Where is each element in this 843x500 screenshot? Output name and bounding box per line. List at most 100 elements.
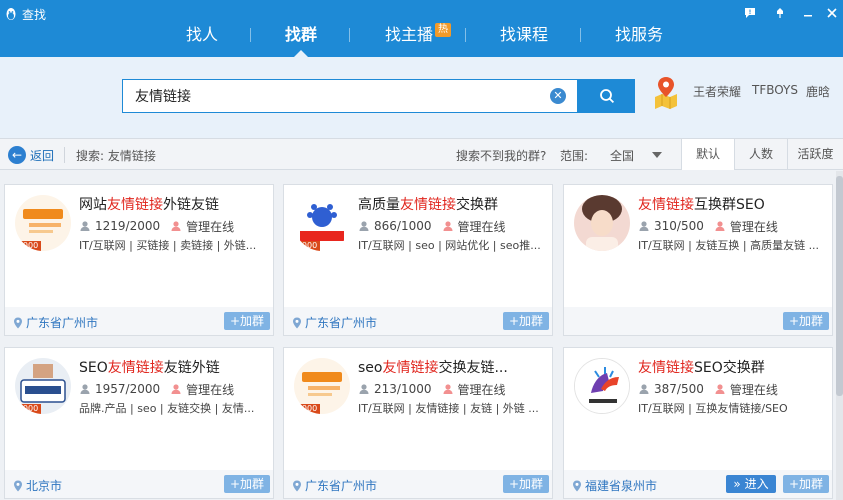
- hot-badge: 热: [435, 23, 451, 37]
- card-footer: 北京市 +加群: [5, 470, 273, 498]
- members-icon: [79, 220, 91, 232]
- group-avatar: [574, 195, 630, 251]
- group-avatar: [574, 358, 630, 414]
- search-icon: [599, 89, 614, 104]
- back-button[interactable]: ← 返回: [8, 145, 54, 165]
- capacity-badge: 1000: [294, 241, 320, 251]
- join-group-button[interactable]: +加群: [783, 475, 829, 493]
- join-group-button[interactable]: +加群: [503, 475, 549, 493]
- group-meta: 387/500 管理在线: [638, 382, 778, 397]
- member-count: 1957/2000: [95, 382, 161, 396]
- nav-divider: [349, 28, 350, 42]
- members-icon: [79, 383, 91, 395]
- member-count: 866/1000: [374, 219, 432, 233]
- sort-activity-tab[interactable]: 活跃度: [787, 139, 843, 170]
- group-card[interactable]: 1000 seo友情链接交换友链... 213/1000 管理在线 IT/互联网…: [283, 347, 553, 499]
- group-card[interactable]: 友情链接SEO交换群 387/500 管理在线 IT/互联网 | 互换友情链接/…: [563, 347, 833, 499]
- highlight-keyword: 友情链接: [107, 360, 164, 376]
- group-location: 广东省广州市: [13, 314, 98, 331]
- map-location-icon[interactable]: [652, 75, 680, 109]
- scope-select[interactable]: 全国: [610, 147, 634, 164]
- back-label: 返回: [30, 148, 55, 163]
- hot-keyword[interactable]: TFBOYS: [752, 83, 798, 97]
- sort-members-tab[interactable]: 人数: [734, 139, 787, 170]
- join-group-button[interactable]: +加群: [224, 312, 270, 330]
- join-group-button[interactable]: +加群: [783, 312, 829, 330]
- group-title: 友情链接SEO交换群: [638, 360, 765, 376]
- search-band: ✕ 王者荣耀 TFBOYS 鹿晗: [0, 57, 843, 138]
- scope-label: 范围:: [560, 149, 589, 163]
- card-footer: 广东省广州市 +加群: [284, 470, 552, 498]
- group-title: seo友情链接交换友链...: [358, 360, 508, 376]
- scrollbar-thumb[interactable]: [836, 176, 843, 396]
- members-icon: [638, 220, 650, 232]
- group-meta: 310/500 管理在线: [638, 219, 778, 234]
- active-tab-caret: [294, 50, 308, 57]
- back-arrow-icon: ←: [8, 146, 26, 164]
- group-card[interactable]: 2000 SEO友情链接友链外链 1957/2000 管理在线 品牌.产品 | …: [4, 347, 274, 499]
- group-tags: IT/互联网 | 互换友情链接/SEO: [638, 402, 788, 415]
- hot-keyword[interactable]: 鹿晗: [806, 83, 830, 100]
- group-tags: IT/互联网 | 买链接 | 卖链接 | 外链...: [79, 239, 257, 252]
- card-footer: 广东省广州市 +加群: [284, 307, 552, 335]
- highlight-keyword: 友情链接: [638, 360, 694, 376]
- group-tags: IT/互联网 | 友情链接 | 友链 | 外链 ...: [358, 402, 539, 415]
- member-count: 1219/2000: [95, 219, 161, 233]
- tab-find-streamers[interactable]: 找主播: [385, 22, 433, 48]
- group-location: 福建省泉州市: [572, 477, 657, 494]
- search-input[interactable]: [122, 79, 578, 113]
- group-avatar: 2000: [15, 358, 71, 414]
- members-icon: [358, 220, 370, 232]
- members-icon: [358, 383, 370, 395]
- group-tags: IT/互联网 | 友链互换 | 高质量友链 ...: [638, 239, 820, 252]
- admin-status: 管理在线: [186, 382, 235, 397]
- tab-find-people[interactable]: 找人: [186, 22, 218, 48]
- not-found-link[interactable]: 搜索不到我的群?: [456, 147, 546, 164]
- nav-divider: [465, 28, 466, 42]
- capacity-badge: 2000: [15, 241, 41, 251]
- card-footer: 广东省广州市 +加群: [5, 307, 273, 335]
- admin-icon: [714, 220, 726, 232]
- location-pin-icon: [13, 480, 23, 492]
- location-pin-icon: [13, 317, 23, 329]
- admin-status: 管理在线: [729, 382, 778, 397]
- group-card[interactable]: 1000 高质量友情链接交换群 866/1000 管理在线 IT/互联网 | s…: [283, 184, 553, 336]
- group-title: SEO友情链接友链外链: [79, 360, 220, 376]
- group-tags: IT/互联网 | seo | 网站优化 | seo推...: [358, 239, 541, 252]
- location-pin-icon: [292, 317, 302, 329]
- group-meta: 866/1000 管理在线: [358, 219, 506, 234]
- admin-status: 管理在线: [457, 382, 506, 397]
- search-button[interactable]: [578, 79, 635, 113]
- highlight-keyword: 友情链接: [638, 197, 694, 213]
- tab-find-courses[interactable]: 找课程: [500, 22, 548, 48]
- top-header: 查找 找人 找群 找主播 热 找课程 找服务: [0, 0, 843, 57]
- group-meta: 1957/2000 管理在线: [79, 382, 235, 397]
- sort-default-tab[interactable]: 默认: [681, 139, 734, 170]
- card-footer: +加群: [564, 307, 832, 335]
- clear-search-icon[interactable]: ✕: [550, 88, 566, 104]
- group-title: 网站友情链接外链友链: [79, 197, 219, 213]
- group-avatar: 2000: [15, 195, 71, 251]
- group-card[interactable]: 2000 网站友情链接外链友链 1219/2000 管理在线 IT/互联网 | …: [4, 184, 274, 336]
- member-count: 213/1000: [374, 382, 432, 396]
- admin-icon: [170, 383, 182, 395]
- member-count: 310/500: [654, 219, 704, 233]
- group-title: 友情链接互换群SEO: [638, 197, 765, 213]
- admin-status: 管理在线: [186, 219, 235, 234]
- tab-find-services[interactable]: 找服务: [615, 22, 663, 48]
- card-footer: 福建省泉州市 » 进入 +加群: [564, 470, 832, 498]
- join-group-button[interactable]: +加群: [224, 475, 270, 493]
- capacity-badge: 2000: [15, 404, 41, 414]
- main-nav: 找人 找群 找主播 热 找课程 找服务: [0, 0, 843, 57]
- highlight-keyword: 友情链接: [400, 197, 456, 213]
- enter-group-button[interactable]: » 进入: [726, 475, 776, 493]
- group-tags: 品牌.产品 | seo | 友链交换 | 友情...: [79, 402, 255, 415]
- group-card[interactable]: 友情链接互换群SEO 310/500 管理在线 IT/互联网 | 友链互换 | …: [563, 184, 833, 336]
- group-avatar: 1000: [294, 358, 350, 414]
- chevron-down-icon[interactable]: [652, 152, 662, 158]
- group-location: 广东省广州市: [292, 314, 377, 331]
- join-group-button[interactable]: +加群: [503, 312, 549, 330]
- filter-bar: ← 返回 搜索: 友情链接 搜索不到我的群? 范围: 全国 默认 人数 活跃度: [0, 138, 843, 170]
- hot-keyword[interactable]: 王者荣耀: [693, 83, 741, 100]
- tab-find-groups[interactable]: 找群: [285, 22, 317, 48]
